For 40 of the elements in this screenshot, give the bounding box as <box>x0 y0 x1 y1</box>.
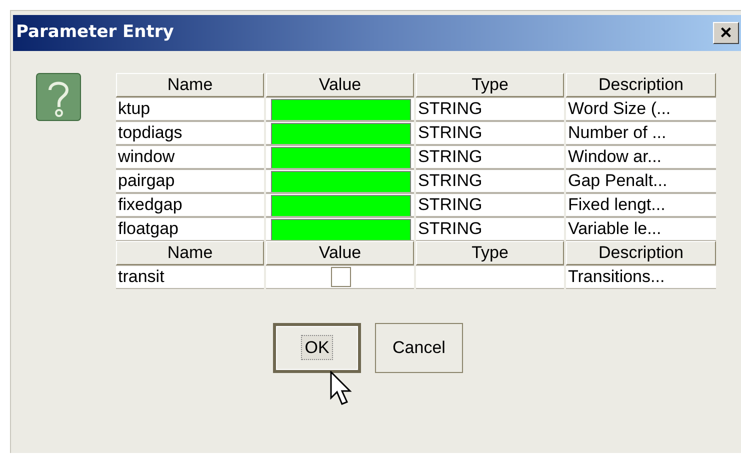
table-cell: ktup <box>116 97 264 121</box>
cancel-button[interactable]: Cancel <box>375 323 463 373</box>
value-input-field[interactable] <box>271 219 411 240</box>
close-button[interactable]: × <box>713 22 739 44</box>
value-input-field[interactable] <box>271 99 411 120</box>
table-cell: window <box>116 145 264 169</box>
column-header[interactable]: Type <box>416 241 564 265</box>
value-input-field[interactable] <box>271 195 411 216</box>
table-cell: STRING <box>416 121 564 145</box>
table-cell: STRING <box>416 97 564 121</box>
value-input-field[interactable] <box>271 171 411 192</box>
table-cell: topdiags <box>116 121 264 145</box>
table-cell: STRING <box>416 193 564 217</box>
help-question-icon <box>36 73 81 121</box>
value-checkbox[interactable] <box>331 267 351 287</box>
table-cell: STRING <box>416 217 564 241</box>
table-cell: fixedgap <box>116 193 264 217</box>
table-cell: STRING <box>416 145 564 169</box>
table-cell: floatgap <box>116 217 264 241</box>
column-header[interactable]: Value <box>266 73 414 97</box>
column-header[interactable]: Value <box>266 241 414 265</box>
column-header[interactable]: Type <box>416 73 564 97</box>
table-cell: Variable le... <box>566 217 716 241</box>
table-cell: Fixed lengt... <box>566 193 716 217</box>
window-title: Parameter Entry <box>16 21 174 44</box>
column-header[interactable]: Name <box>116 241 264 265</box>
table-cell: transit <box>116 265 264 289</box>
table-cell: Number of ... <box>566 121 716 145</box>
column-header[interactable]: Description <box>566 73 716 97</box>
table-cell: pairgap <box>116 169 264 193</box>
ok-button[interactable]: OK <box>273 323 361 373</box>
column-header[interactable]: Description <box>566 241 716 265</box>
table-cell: STRING <box>416 169 564 193</box>
table-cell: Gap Penalt... <box>566 169 716 193</box>
table-cell: Window ar... <box>566 145 716 169</box>
value-input-field[interactable] <box>271 123 411 144</box>
column-header[interactable]: Name <box>116 73 264 97</box>
table-cell: Word Size (... <box>566 97 716 121</box>
value-input-field[interactable] <box>271 147 411 168</box>
table-cell: Transitions... <box>566 265 716 289</box>
